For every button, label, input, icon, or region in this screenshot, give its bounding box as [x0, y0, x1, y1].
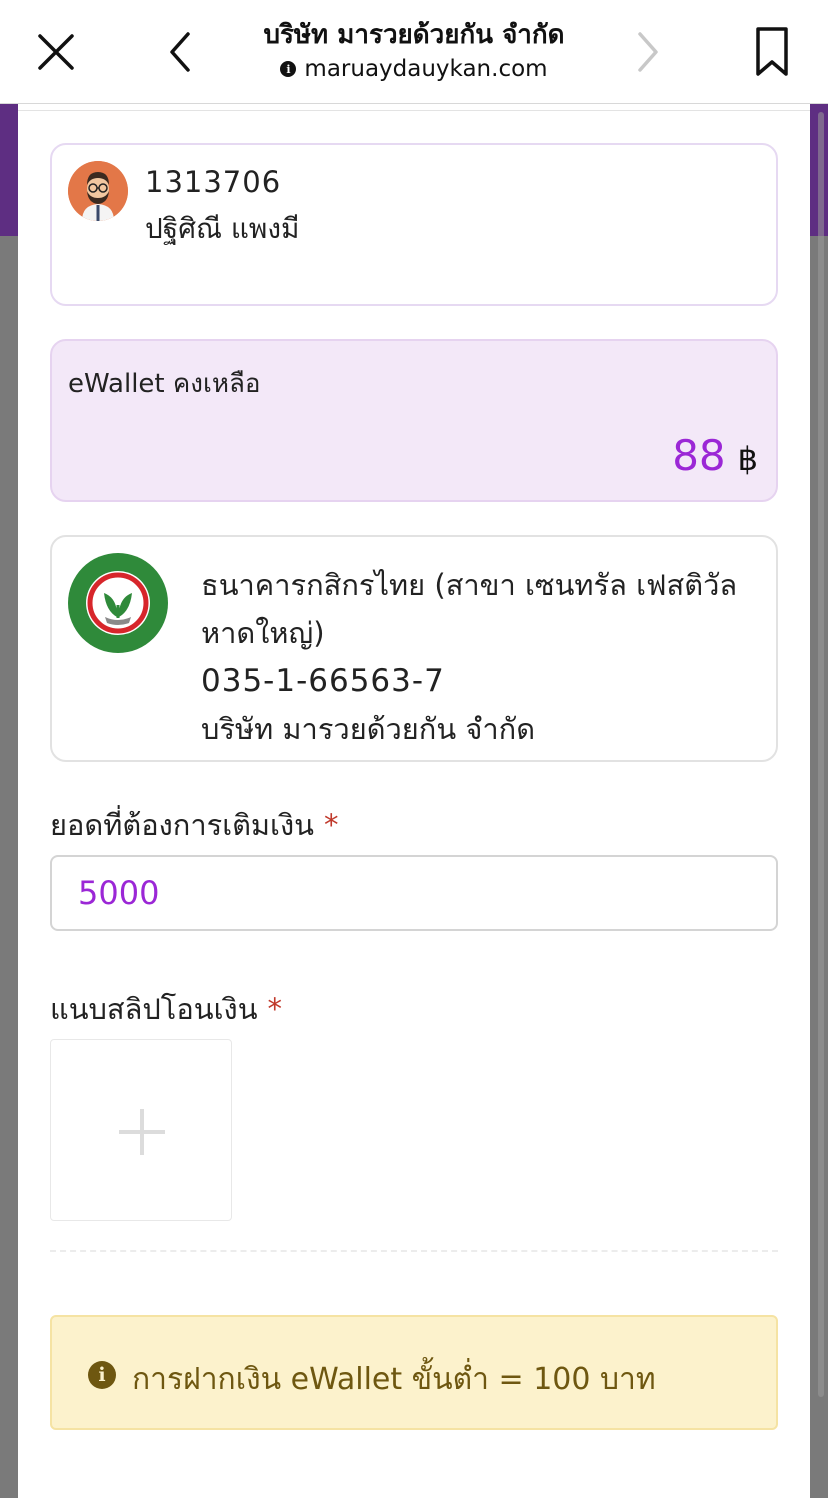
- notice-text: การฝากเงิน eWallet ขั้นต่ำ = 100 บาท: [132, 1362, 656, 1397]
- chevron-left-icon: [170, 32, 190, 72]
- info-icon: i: [280, 61, 297, 77]
- forward-button[interactable]: [620, 24, 676, 80]
- url-row[interactable]: i maruaydauykan.com: [200, 54, 628, 84]
- user-card: 1313706 ปฐิศิณี แพงมี: [50, 143, 778, 306]
- amount-input[interactable]: [50, 855, 778, 931]
- wallet-amount: 88: [672, 431, 726, 480]
- wallet-amount-row: 88 ฿: [672, 431, 758, 480]
- page-title: บริษัท มารวยด้วยกัน จำกัด: [263, 20, 565, 50]
- slip-upload-button[interactable]: [50, 1039, 232, 1221]
- minimum-deposit-notice: i การฝากเงิน eWallet ขั้นต่ำ = 100 บาท: [50, 1315, 778, 1430]
- user-id: 1313706: [145, 165, 282, 199]
- bank-account-card: ธนาคารกสิกรไทย (สาขา เซนทรัล เฟสติวัล หา…: [50, 535, 778, 762]
- browser-toolbar: บริษัท มารวยด้วยกัน จำกัด i maruaydauyka…: [0, 0, 828, 104]
- wallet-label: eWallet คงเหลือ: [68, 369, 261, 399]
- sheet-divider: [18, 110, 810, 111]
- bank-account-holder: บริษัท มารวยด้วยกัน จำกัด: [201, 712, 536, 746]
- url-text: maruaydauykan.com: [304, 56, 548, 82]
- close-button[interactable]: [28, 24, 84, 80]
- scrollbar[interactable]: [818, 112, 824, 1397]
- required-mark: *: [267, 992, 283, 1026]
- bank-account-number[interactable]: 035-1-66563-7: [201, 657, 771, 705]
- user-name: ปฐิศิณี แพงมี: [145, 212, 300, 245]
- section-divider: [50, 1250, 778, 1252]
- bank-details: ธนาคารกสิกรไทย (สาขา เซนทรัล เฟสติวัล หา…: [201, 561, 771, 753]
- slip-label: แนบสลิปโอนเงิน *: [50, 986, 282, 1032]
- page-title-block: บริษัท มารวยด้วยกัน จำกัด i maruaydauyka…: [200, 18, 628, 84]
- info-icon: i: [88, 1361, 116, 1389]
- avatar: [68, 161, 128, 221]
- kasikorn-bank-logo: [68, 553, 168, 653]
- wallet-balance-card: eWallet คงเหลือ 88 ฿: [50, 339, 778, 502]
- amount-label: ยอดที่ต้องการเติมเงิน *: [50, 802, 338, 848]
- bookmark-button[interactable]: [744, 24, 800, 80]
- chevron-right-icon: [638, 32, 658, 72]
- bookmark-icon: [756, 27, 788, 76]
- avatar-icon: [68, 161, 128, 221]
- amount-label-text: ยอดที่ต้องการเติมเงิน: [50, 808, 314, 842]
- deposit-sheet: 1313706 ปฐิศิณี แพงมี eWallet คงเหลือ 88…: [18, 104, 810, 1498]
- required-mark: *: [323, 808, 339, 842]
- close-icon: [38, 34, 74, 70]
- bank-name: ธนาคารกสิกรไทย (สาขา เซนทรัล เฟสติวัล หา…: [201, 568, 738, 650]
- slip-label-text: แนบสลิปโอนเงิน: [50, 992, 258, 1026]
- currency-symbol: ฿: [737, 440, 758, 478]
